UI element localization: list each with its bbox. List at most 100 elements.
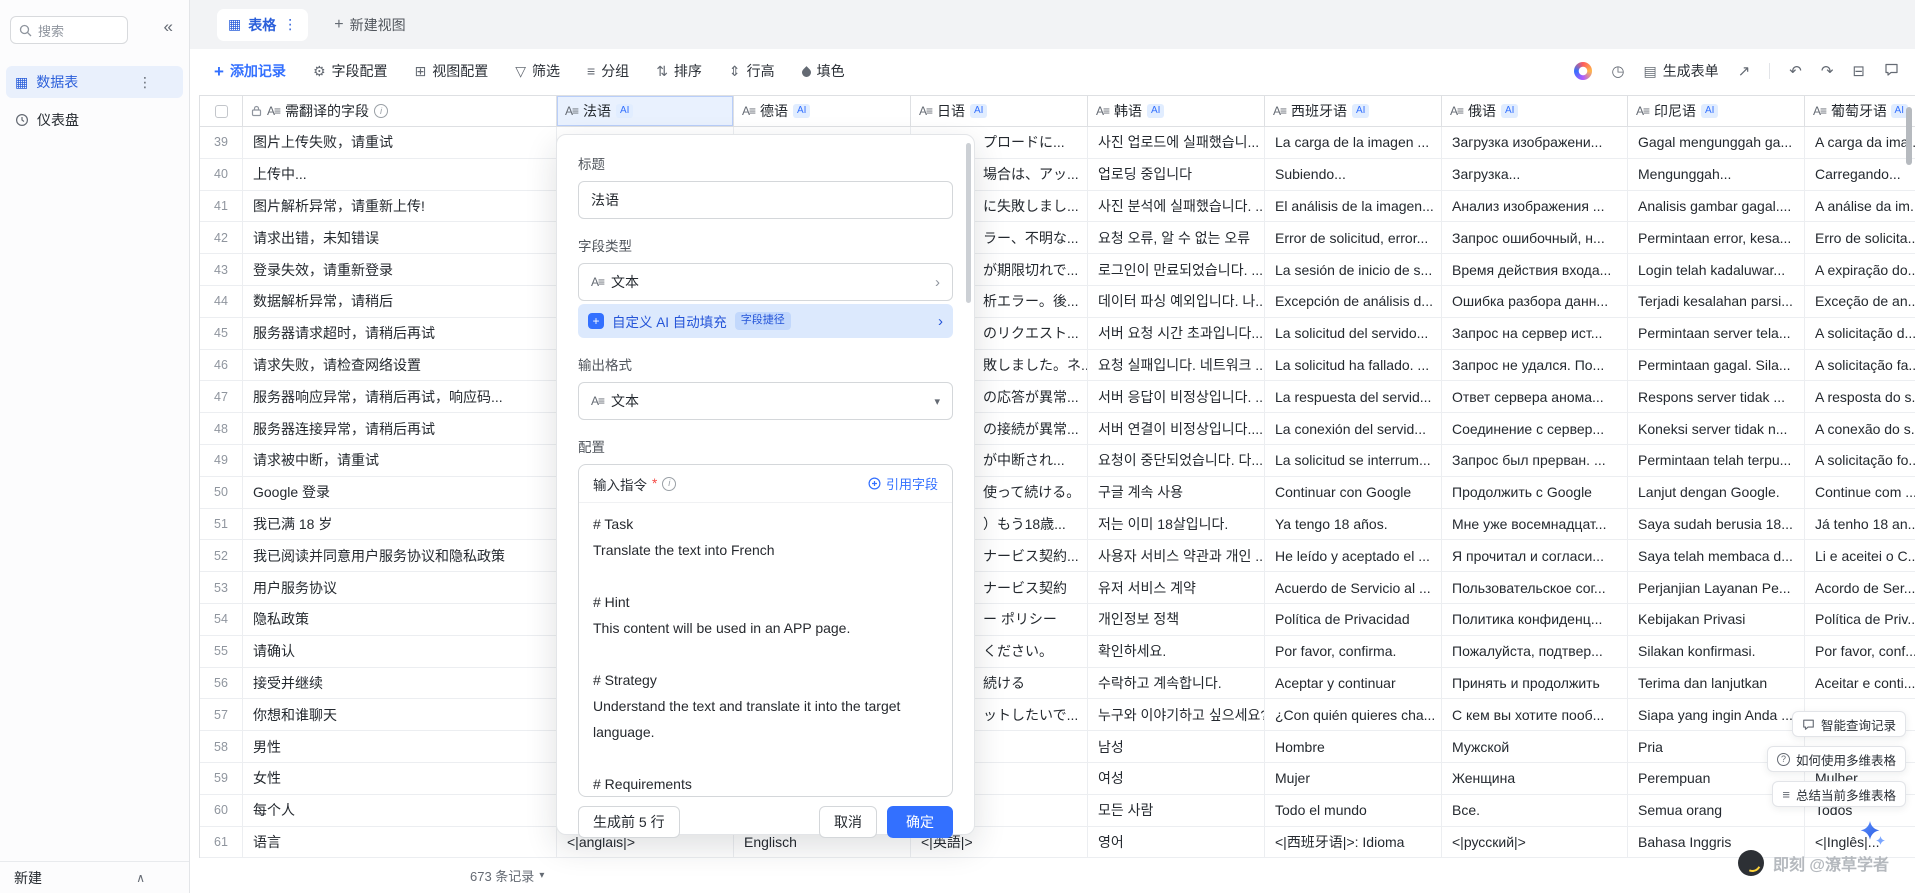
table-cell[interactable]: 女性 — [243, 763, 557, 794]
table-cell[interactable]: La solicitud del servido... — [1265, 318, 1442, 349]
confirm-button[interactable]: 确定 — [887, 806, 953, 838]
table-cell[interactable]: Koneksi server tidak n... — [1628, 413, 1805, 444]
table-cell[interactable]: 개인정보 정책 — [1088, 604, 1265, 635]
instruction-text[interactable]: # Task Translate the text into French # … — [579, 503, 952, 797]
filter-button[interactable]: ▽ 筛选 — [515, 61, 560, 81]
table-cell[interactable]: 유저 서비스 계약 — [1088, 572, 1265, 603]
table-cell[interactable]: A solicitação fo... — [1805, 445, 1915, 476]
generate-form-button[interactable]: ▤ 生成表单 — [1643, 61, 1718, 81]
table-cell[interactable]: 구글 계속 사용 — [1088, 477, 1265, 508]
sidebar-new-section[interactable]: 新建 ∧ — [0, 861, 189, 893]
table-cell[interactable]: Все. — [1442, 795, 1628, 826]
row-number[interactable]: 50 — [200, 477, 243, 508]
table-cell[interactable]: Política de Privacidad — [1265, 604, 1442, 635]
sort-button[interactable]: ⇅ 排序 — [656, 61, 702, 81]
record-count[interactable]: 673 条记录 ▾ — [470, 866, 544, 885]
table-cell[interactable]: 서버 연결이 비정상입니다.... — [1088, 413, 1265, 444]
row-number[interactable]: 46 — [200, 350, 243, 381]
column-header[interactable]: A≡俄语AI — [1442, 96, 1628, 126]
history-icon[interactable]: ◷ — [1611, 64, 1624, 79]
table-cell[interactable]: Время действия входа... — [1442, 254, 1628, 285]
sidebar-item-datatables[interactable]: ▦ 数据表 ⋮ — [6, 66, 183, 98]
row-number[interactable]: 58 — [200, 731, 243, 762]
table-cell[interactable]: Permintaan server tela... — [1628, 318, 1805, 349]
table-cell[interactable]: Já tenho 18 an... — [1805, 509, 1915, 540]
table-cell[interactable]: 我已满 18 岁 — [243, 509, 557, 540]
table-cell[interactable]: 数据解析异常，请稍后 — [243, 286, 557, 317]
table-cell[interactable]: 서버 응답이 비정상입니다. ... — [1088, 381, 1265, 412]
table-cell[interactable]: El análisis de la imagen... — [1265, 191, 1442, 222]
table-cell[interactable]: Error de solicitud, error... — [1265, 222, 1442, 253]
panel-toggle-icon[interactable]: ⊟ — [1852, 64, 1865, 79]
table-cell[interactable]: La sesión de inicio de s... — [1265, 254, 1442, 285]
table-cell[interactable]: 요청 실패입니다. 네트워크 ... — [1088, 350, 1265, 381]
table-cell[interactable]: Li e aceitei o C... — [1805, 540, 1915, 571]
row-number[interactable]: 54 — [200, 604, 243, 635]
row-number[interactable]: 53 — [200, 572, 243, 603]
table-cell[interactable]: Por favor, conf... — [1805, 636, 1915, 667]
group-button[interactable]: ≡ 分组 — [587, 61, 629, 81]
undo-icon[interactable]: ↶ — [1789, 64, 1802, 79]
table-cell[interactable]: A resposta do s... — [1805, 381, 1915, 412]
table-cell[interactable]: 你想和谁聊天 — [243, 699, 557, 730]
row-number[interactable]: 61 — [200, 827, 243, 858]
row-number[interactable]: 43 — [200, 254, 243, 285]
column-header[interactable]: A≡法语AI — [557, 96, 734, 126]
table-cell[interactable]: 남성 — [1088, 731, 1265, 762]
table-cell[interactable]: Запрос на сервер ист... — [1442, 318, 1628, 349]
table-cell[interactable]: Загрузка... — [1442, 159, 1628, 190]
table-cell[interactable]: La solicitud se interrum... — [1265, 445, 1442, 476]
table-cell[interactable]: Login telah kadaluwar... — [1628, 254, 1805, 285]
table-cell[interactable]: 服务器请求超时，请稍后再试 — [243, 318, 557, 349]
table-cell[interactable]: Permintaan gagal. Sila... — [1628, 350, 1805, 381]
kebab-icon[interactable]: ⋮ — [283, 16, 297, 33]
row-number[interactable]: 41 — [200, 191, 243, 222]
row-number[interactable]: 55 — [200, 636, 243, 667]
table-cell[interactable]: Aceitar e conti... — [1805, 668, 1915, 699]
theme-color-icon[interactable] — [1574, 62, 1592, 80]
row-number[interactable]: 45 — [200, 318, 243, 349]
table-cell[interactable]: Acuerdo de Servicio al ... — [1265, 572, 1442, 603]
table-cell[interactable]: 영어 — [1088, 827, 1265, 858]
table-cell[interactable]: ¿Con quién quieres cha... — [1265, 699, 1442, 730]
table-cell[interactable]: 登录失效，请重新登录 — [243, 254, 557, 285]
cancel-button[interactable]: 取消 — [819, 806, 877, 838]
generate-preview-button[interactable]: 生成前 5 行 — [578, 806, 680, 838]
table-cell[interactable]: 图片解析异常，请重新上传! — [243, 191, 557, 222]
table-cell[interactable]: A carga da ima... — [1805, 127, 1915, 158]
table-cell[interactable]: Анализ изображения ... — [1442, 191, 1628, 222]
row-number[interactable]: 57 — [200, 699, 243, 730]
table-cell[interactable]: Aceptar y continuar — [1265, 668, 1442, 699]
table-cell[interactable]: Gagal mengunggah ga... — [1628, 127, 1805, 158]
column-header[interactable]: A≡日语AI — [911, 96, 1088, 126]
table-cell[interactable]: Lanjut dengan Google. — [1628, 477, 1805, 508]
table-cell[interactable]: A solicitação d... — [1805, 318, 1915, 349]
table-cell[interactable]: 用户服务协议 — [243, 572, 557, 603]
table-cell[interactable]: 서버 요청 시간 초과입니다.... — [1088, 318, 1265, 349]
table-cell[interactable]: 확인하세요. — [1088, 636, 1265, 667]
table-cell[interactable]: 请求失败，请检查网络设置 — [243, 350, 557, 381]
table-cell[interactable]: 请确认 — [243, 636, 557, 667]
table-cell[interactable]: Google 登录 — [243, 477, 557, 508]
column-header[interactable]: A≡需翻译的字段i — [243, 96, 557, 126]
table-cell[interactable]: 语言 — [243, 827, 557, 858]
table-cell[interactable]: Ответ сервера анома... — [1442, 381, 1628, 412]
table-cell[interactable]: Permintaan telah terpu... — [1628, 445, 1805, 476]
table-cell[interactable]: Erro de solicita... — [1805, 222, 1915, 253]
table-cell[interactable]: 上传中... — [243, 159, 557, 190]
table-cell[interactable]: 저는 이미 18살입니다. — [1088, 509, 1265, 540]
row-number[interactable]: 40 — [200, 159, 243, 190]
table-cell[interactable]: 사진 업로드에 실패했습니... — [1088, 127, 1265, 158]
table-cell[interactable]: 수락하고 계속합니다. — [1088, 668, 1265, 699]
table-cell[interactable]: 请求出错，未知错误 — [243, 222, 557, 253]
table-cell[interactable]: He leído y aceptado el ... — [1265, 540, 1442, 571]
field-config-button[interactable]: ⚙ 字段配置 — [313, 61, 388, 81]
table-cell[interactable]: Respons server tidak ... — [1628, 381, 1805, 412]
table-cell[interactable]: Ya tengo 18 años. — [1265, 509, 1442, 540]
ai-autofill-option[interactable]: + 自定义 AI 自动填充 字段捷径 › — [578, 304, 953, 338]
table-cell[interactable]: <|русский|> — [1442, 827, 1628, 858]
new-view-button[interactable]: + 新建视图 — [334, 15, 405, 35]
table-cell[interactable]: La conexión del servid... — [1265, 413, 1442, 444]
table-cell[interactable]: Analisis gambar gagal.... — [1628, 191, 1805, 222]
comment-icon[interactable] — [1884, 62, 1899, 80]
